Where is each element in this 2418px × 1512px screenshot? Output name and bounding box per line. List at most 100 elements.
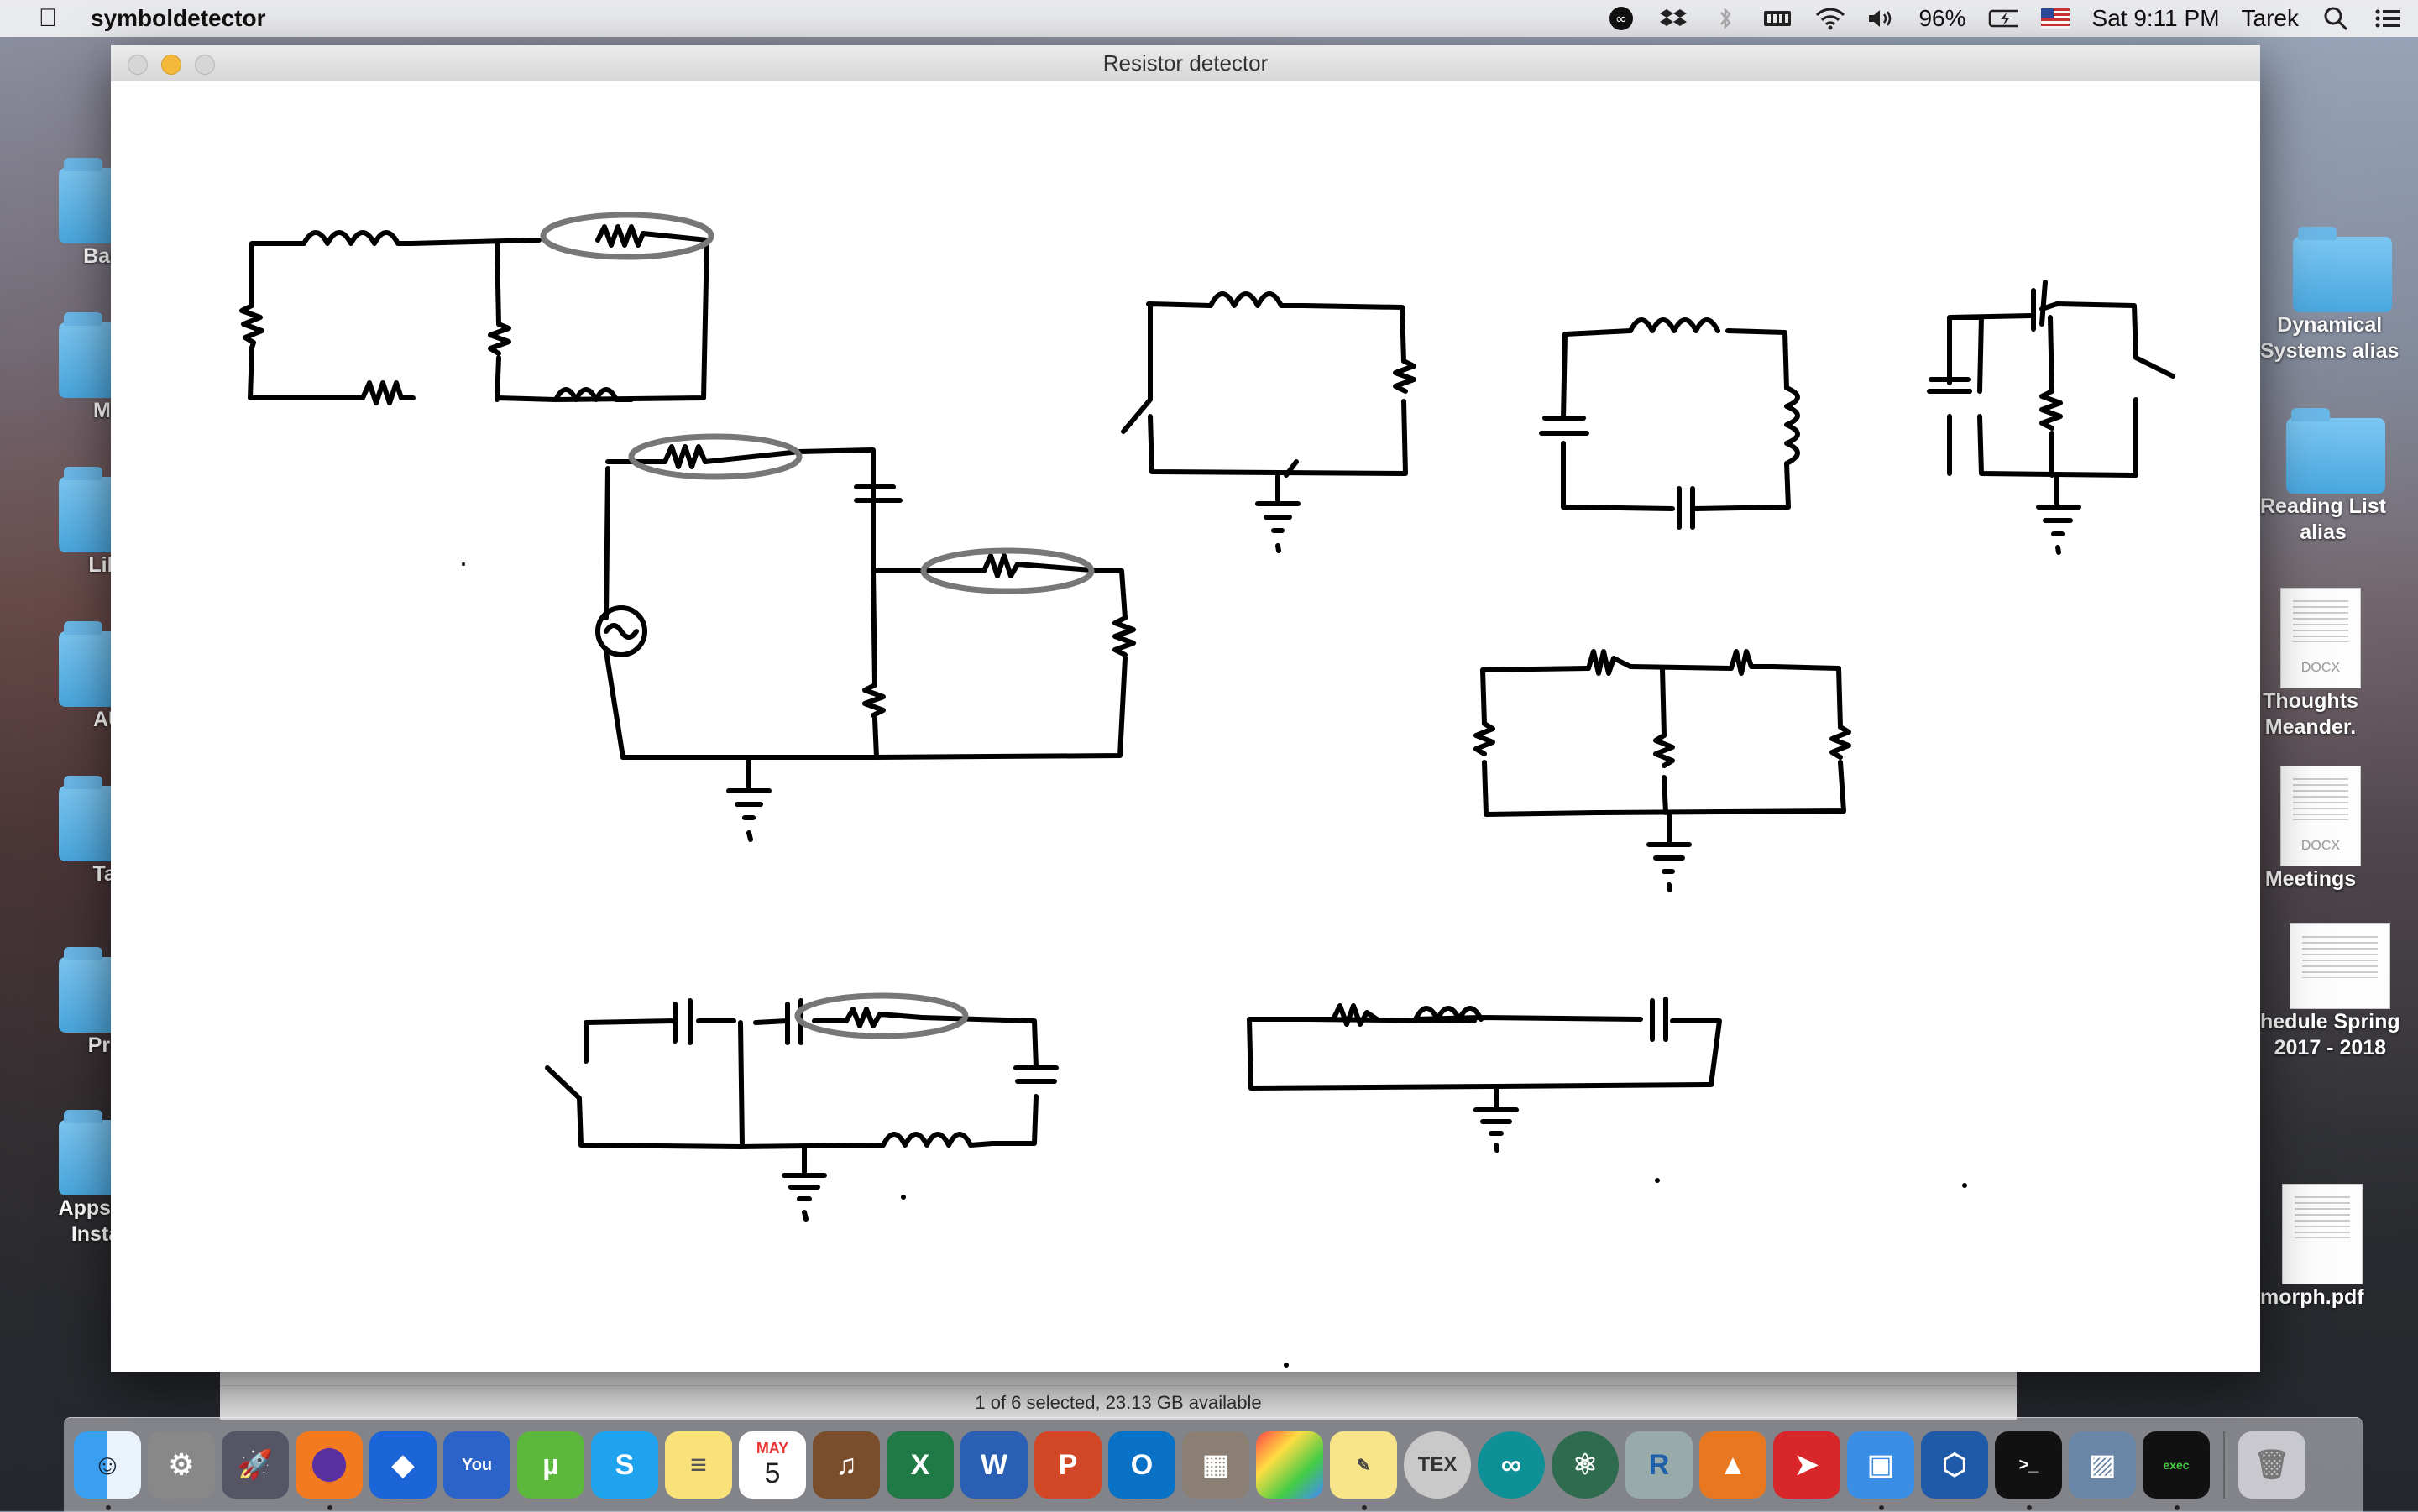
utorrent-icon[interactable]: µ [517, 1431, 584, 1499]
r-icon[interactable]: R [1625, 1431, 1693, 1499]
folder-alias-icon [2286, 408, 2385, 494]
stray-dot [1284, 1363, 1289, 1368]
launchpad-icon[interactable]: 🚀 [222, 1431, 289, 1499]
calendar-month: MAY [756, 1440, 789, 1457]
calendar-icon[interactable]: MAY 5 [739, 1431, 806, 1499]
minimize-button[interactable] [161, 55, 181, 75]
powerpoint-icon[interactable]: P [1034, 1431, 1102, 1499]
system-preferences-icon[interactable]: ⚙ [148, 1431, 215, 1499]
circuit-8-ground [1473, 1084, 1519, 1153]
stickies-icon[interactable]: ✎ [1330, 1431, 1397, 1510]
circuit-5-resistor [2039, 389, 2063, 431]
acrobat-icon[interactable]: ➤ [1773, 1431, 1840, 1499]
notes-icon[interactable]: ≡ [665, 1431, 732, 1499]
circuit-7-capacitor-right [1013, 1065, 1059, 1084]
circuit-2-resistor-right [1112, 615, 1136, 657]
desktop-item-label: Thoughts Meander. [2263, 689, 2358, 739]
dropbox-app-icon[interactable]: ◆ [369, 1431, 437, 1499]
desktop-item-thoughts[interactable]: DOCX Thoughts Meander. [2260, 588, 2361, 740]
status-menu-area: ∞ 96% Sat 9:11 PM Tarek [1584, 0, 2403, 37]
firefox-icon[interactable] [296, 1431, 363, 1510]
circuit-6-resistor-right [1829, 725, 1851, 760]
calculator-icon[interactable]: ▦ [1182, 1431, 1249, 1499]
desktop-item-label: morph.pdf [2260, 1285, 2364, 1309]
preview-icon[interactable]: ▨ [2069, 1431, 2136, 1499]
zoom-button[interactable] [195, 55, 215, 75]
virtualbox-icon[interactable]: ⬡ [1921, 1431, 1988, 1499]
app-menu[interactable]: symboldetector [91, 5, 266, 32]
apple-menu-icon[interactable]:  [32, 4, 64, 33]
infinity-icon[interactable]: ∞ [1606, 6, 1636, 31]
desktop-item-label: Dynamical Systems alias [2260, 313, 2400, 363]
finder-status-bar: 1 of 6 selected, 23.13 GB available [220, 1385, 2017, 1420]
circuit-1-inductor-top [301, 230, 414, 246]
desktop-item-morph-pdf[interactable]: morph.pdf [2260, 1184, 2364, 1311]
desktop-item-meetings[interactable]: DOCX Meetings [2260, 766, 2361, 892]
battery-icon[interactable] [1988, 6, 2018, 31]
notification-center-icon[interactable] [2373, 6, 2403, 31]
volume-icon[interactable] [1866, 6, 1897, 31]
matlab-icon[interactable]: ▲ [1699, 1431, 1766, 1499]
circuit-4-capacitor-left [1539, 416, 1589, 436]
circuit-6-ground [1646, 810, 1692, 892]
circuit-6-resistor-top-right [1729, 649, 1776, 676]
boot-camp-icon[interactable]: ▣ [1847, 1431, 1914, 1510]
atom-icon[interactable]: ⚛ [1552, 1431, 1619, 1499]
skype-icon[interactable]: S [591, 1431, 658, 1499]
battery-percentage: 96% [1918, 5, 1966, 31]
tex-icon[interactable]: TEX [1404, 1431, 1471, 1499]
terminal-icon[interactable]: >_ [1995, 1431, 2062, 1510]
circuit-4-inductor-top [1628, 317, 1720, 333]
calendar-day: 5 [764, 1457, 781, 1489]
stray-dot [1655, 1178, 1660, 1183]
desktop-item-reading-list[interactable]: Reading List alias [2260, 408, 2386, 546]
circuit-1-highlighted-resistor [595, 224, 709, 248]
file-badge: DOCX [2300, 661, 2341, 675]
circuit-5-capacitor-top [2031, 280, 2048, 332]
trash-icon[interactable]: 🗑 [2238, 1431, 2305, 1499]
arduino-icon[interactable]: ∞ [1478, 1431, 1545, 1499]
circuit-1-wires [248, 238, 709, 402]
excel-icon[interactable]: X [887, 1431, 954, 1499]
circuit-6-resistor-mid [1653, 733, 1675, 768]
user-menu[interactable]: Tarek [2242, 5, 2299, 32]
circuit-2-wires [604, 447, 1128, 760]
circuit-7-capacitor-1 [673, 998, 693, 1045]
finder-icon[interactable]: ☺ [74, 1431, 141, 1510]
stray-dot [901, 1195, 906, 1200]
memory-icon[interactable] [1762, 6, 1793, 31]
docx-file-icon: DOCX [2280, 588, 2361, 688]
exec-terminal-icon[interactable]: exec [2143, 1431, 2210, 1510]
docx-file-icon: DOCX [2280, 766, 2361, 866]
close-button[interactable] [128, 55, 148, 75]
circuit-4-inductor-right [1784, 385, 1800, 466]
us-flag-icon[interactable] [2040, 6, 2070, 31]
spotlight-search-icon[interactable] [2321, 6, 2351, 31]
circuit-4-capacitor-bottom [1677, 486, 1695, 530]
window-title-bar[interactable]: Resistor detector [111, 45, 2260, 81]
grapher-icon[interactable] [1256, 1431, 1323, 1499]
desktop-item-dynamical-systems[interactable]: Dynamical Systems alias [2260, 227, 2400, 364]
pdf-file-icon [2281, 1184, 2363, 1284]
garageband-icon[interactable]: ♫ [813, 1431, 880, 1499]
youtube-app-icon[interactable]: You [443, 1431, 510, 1499]
circuit-1-resistor-bottom [360, 380, 416, 405]
dropbox-icon[interactable] [1658, 6, 1688, 31]
outlook-icon[interactable]: O [1108, 1431, 1175, 1499]
menu-bar:  symboldetector ∞ 96% Sat 9:11 PM Tarek [0, 0, 2418, 37]
bluetooth-icon[interactable] [1710, 6, 1740, 31]
word-icon[interactable]: W [960, 1431, 1028, 1499]
circuit-3-wires [1121, 301, 1408, 476]
circuit-2-capacitor [854, 484, 903, 573]
circuit-8-capacitor [1650, 997, 1668, 1042]
svg-text:∞: ∞ [1615, 11, 1627, 28]
circuit-7-wires [545, 1015, 1039, 1149]
desktop-item-schedule[interactable]: hedule Spring 2017 - 2018 [2260, 923, 2400, 1061]
wifi-icon[interactable] [1814, 6, 1845, 31]
window-title: Resistor detector [1102, 50, 1269, 76]
resistor-detector-window: Resistor detector [111, 45, 2260, 1372]
clock[interactable]: Sat 9:11 PM [2092, 5, 2220, 32]
circuit-6-resistor-left [1473, 721, 1495, 756]
circuit-3-inductor [1208, 291, 1306, 308]
circuit-image-canvas [111, 81, 2260, 1372]
